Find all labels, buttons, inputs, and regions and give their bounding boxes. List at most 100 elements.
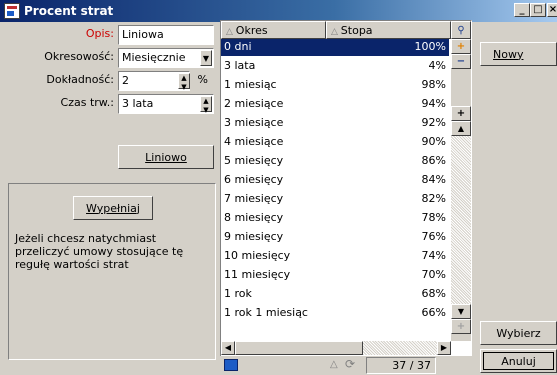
horizontal-scrollbar[interactable]: ◀ ▶ bbox=[221, 341, 451, 355]
spin-down-icon[interactable]: ▼ bbox=[201, 106, 211, 115]
stopa-cell: 94% bbox=[421, 97, 446, 110]
opis-label: Opis: bbox=[85, 27, 114, 40]
table-row[interactable]: 1 rok 1 miesiąc 66% bbox=[221, 305, 449, 322]
horizontal-scroll-thumb[interactable] bbox=[235, 341, 363, 355]
okresowosc-value: Miesięcznie bbox=[122, 51, 186, 64]
opis-input[interactable]: Liniowa bbox=[118, 25, 214, 45]
scroll-left-icon[interactable]: ◀ bbox=[221, 341, 235, 355]
column-header-stopa-label: Stopa bbox=[340, 24, 373, 37]
expand-icon[interactable]: + bbox=[451, 106, 471, 121]
table-row[interactable]: 1 miesiąc 98% bbox=[221, 77, 449, 94]
sort-icon: △ bbox=[331, 27, 341, 37]
okres-cell: 3 miesiące bbox=[224, 116, 284, 129]
okres-cell: 1 rok 1 miesiąc bbox=[224, 306, 308, 319]
grid-body: 0 dni 100% 3 lata 4% 1 miesiąc 98% 2 miesiące 9… bbox=[221, 39, 451, 341]
stopa-cell: 82% bbox=[421, 192, 446, 205]
table-row[interactable]: 3 miesiące 92% bbox=[221, 115, 449, 132]
table-row[interactable]: 9 miesięcy 76% bbox=[221, 229, 449, 246]
okresowosc-dropdown-icon[interactable]: ▼ bbox=[200, 50, 212, 66]
okres-cell: 3 lata bbox=[224, 59, 256, 72]
liniowo-button-label: Liniowo bbox=[145, 150, 187, 164]
search-icon[interactable]: ⚲ bbox=[451, 21, 471, 39]
okres-cell: 0 dni bbox=[224, 40, 252, 53]
spin-up-icon[interactable]: ▲ bbox=[179, 74, 189, 83]
okres-cell: 11 miesięcy bbox=[224, 268, 291, 281]
scroll-up-icon[interactable]: ▲ bbox=[451, 121, 471, 136]
okres-cell: 2 miesiące bbox=[224, 97, 284, 110]
okres-cell: 1 rok bbox=[224, 287, 252, 300]
vertical-scrollbar-track[interactable] bbox=[451, 136, 471, 304]
dokladnosc-spinner[interactable]: ▲ ▼ bbox=[178, 73, 190, 92]
table-row[interactable]: 4 miesiące 90% bbox=[221, 134, 449, 151]
sort-icon: △ bbox=[226, 27, 236, 37]
stopa-cell: 70% bbox=[421, 268, 446, 281]
okres-cell: 4 miesiące bbox=[224, 135, 284, 148]
app-icon bbox=[4, 3, 20, 19]
wybierz-button-label: Wybierz bbox=[496, 326, 541, 340]
collapse-icon[interactable]: + bbox=[451, 319, 471, 334]
table-row[interactable]: 5 miesięcy 86% bbox=[221, 153, 449, 170]
spin-up-icon[interactable]: ▲ bbox=[201, 97, 211, 106]
okres-cell: 6 miesięcy bbox=[224, 173, 284, 186]
percent-unit: % bbox=[197, 73, 208, 86]
table-row[interactable]: 3 lata 4% bbox=[221, 58, 449, 75]
column-header-okres-label: Okres bbox=[235, 24, 268, 37]
stopa-cell: 98% bbox=[421, 78, 446, 91]
table-row[interactable]: 1 rok 68% bbox=[221, 286, 449, 303]
anuluj-button[interactable]: Anuluj bbox=[480, 349, 557, 373]
table-row[interactable]: 6 miesięcy 84% bbox=[221, 172, 449, 189]
stopa-cell: 76% bbox=[421, 230, 446, 243]
remove-icon[interactable]: − bbox=[451, 54, 471, 69]
nowy-button-label: Nowy bbox=[493, 47, 524, 61]
nowy-button[interactable]: Nowy bbox=[480, 42, 557, 66]
stopa-cell: 90% bbox=[421, 135, 446, 148]
wypelniaj-button-label: Wypełniaj bbox=[86, 201, 140, 215]
table-row[interactable]: 10 miesięcy 74% bbox=[221, 248, 449, 265]
czas-label: Czas trw.: bbox=[60, 96, 114, 109]
table-row[interactable]: 2 miesiące 94% bbox=[221, 96, 449, 113]
stopa-cell: 4% bbox=[428, 59, 446, 72]
stopa-cell: 86% bbox=[421, 154, 446, 167]
wypelniaj-button[interactable]: Wypełniaj bbox=[73, 196, 153, 220]
stopa-cell: 68% bbox=[421, 287, 446, 300]
table-icon[interactable] bbox=[224, 359, 238, 371]
czas-spinner[interactable]: ▲ ▼ bbox=[200, 96, 212, 115]
scroll-right-icon[interactable]: ▶ bbox=[437, 341, 451, 355]
refresh-icon[interactable]: ⟳ bbox=[345, 357, 355, 371]
horizontal-scrollbar-track[interactable] bbox=[363, 341, 437, 355]
table-row[interactable]: 8 miesięcy 78% bbox=[221, 210, 449, 227]
spin-down-icon[interactable]: ▼ bbox=[179, 83, 189, 92]
column-header-stopa[interactable]: △ Stopa bbox=[326, 21, 451, 39]
grid-status-bar: △ ⟳ 37 / 37 bbox=[220, 356, 472, 375]
table-row[interactable]: 7 miesięcy 82% bbox=[221, 191, 449, 208]
record-counter: 37 / 37 bbox=[366, 357, 436, 374]
okres-cell: 10 miesięcy bbox=[224, 249, 291, 262]
fill-group: Wypełniaj Jeżeli chcesz natychmiast prze… bbox=[8, 183, 216, 360]
stopa-cell: 66% bbox=[421, 306, 446, 319]
okres-cell: 9 miesięcy bbox=[224, 230, 284, 243]
minimize-button[interactable]: _ bbox=[514, 3, 530, 17]
dokladnosc-label: Dokładność: bbox=[46, 73, 114, 86]
anuluj-button-label: Anuluj bbox=[501, 354, 536, 368]
grid-side-toolbar: ⚲ + − + ▲ ▼ + bbox=[451, 21, 471, 341]
stopa-cell: 100% bbox=[414, 40, 446, 53]
close-button[interactable]: × bbox=[547, 3, 557, 17]
title-bar: Procent strat _ □ × bbox=[0, 0, 557, 22]
okres-cell: 7 miesięcy bbox=[224, 192, 284, 205]
liniowo-button[interactable]: Liniowo bbox=[118, 145, 214, 169]
scroll-down-icon[interactable]: ▼ bbox=[451, 304, 471, 319]
okres-cell: 1 miesiąc bbox=[224, 78, 277, 91]
stopa-cell: 78% bbox=[421, 211, 446, 224]
table-row[interactable]: 11 miesięcy 70% bbox=[221, 267, 449, 284]
stopa-cell: 84% bbox=[421, 173, 446, 186]
column-header-okres[interactable]: △ Okres bbox=[221, 21, 326, 39]
sort-indicator-icon: △ bbox=[330, 359, 338, 370]
add-icon[interactable]: + bbox=[451, 39, 471, 54]
table-row[interactable]: 0 dni 100% bbox=[221, 39, 449, 56]
maximize-button[interactable]: □ bbox=[530, 3, 546, 17]
window-title: Procent strat bbox=[24, 4, 114, 18]
rates-grid[interactable]: △ Okres △ Stopa 0 dni 100% 3 lata 4% 1 miesi… bbox=[220, 20, 472, 360]
fill-description: Jeżeli chcesz natychmiast przeliczyć umo… bbox=[15, 232, 184, 271]
okres-cell: 8 miesięcy bbox=[224, 211, 284, 224]
wybierz-button[interactable]: Wybierz bbox=[480, 321, 557, 345]
